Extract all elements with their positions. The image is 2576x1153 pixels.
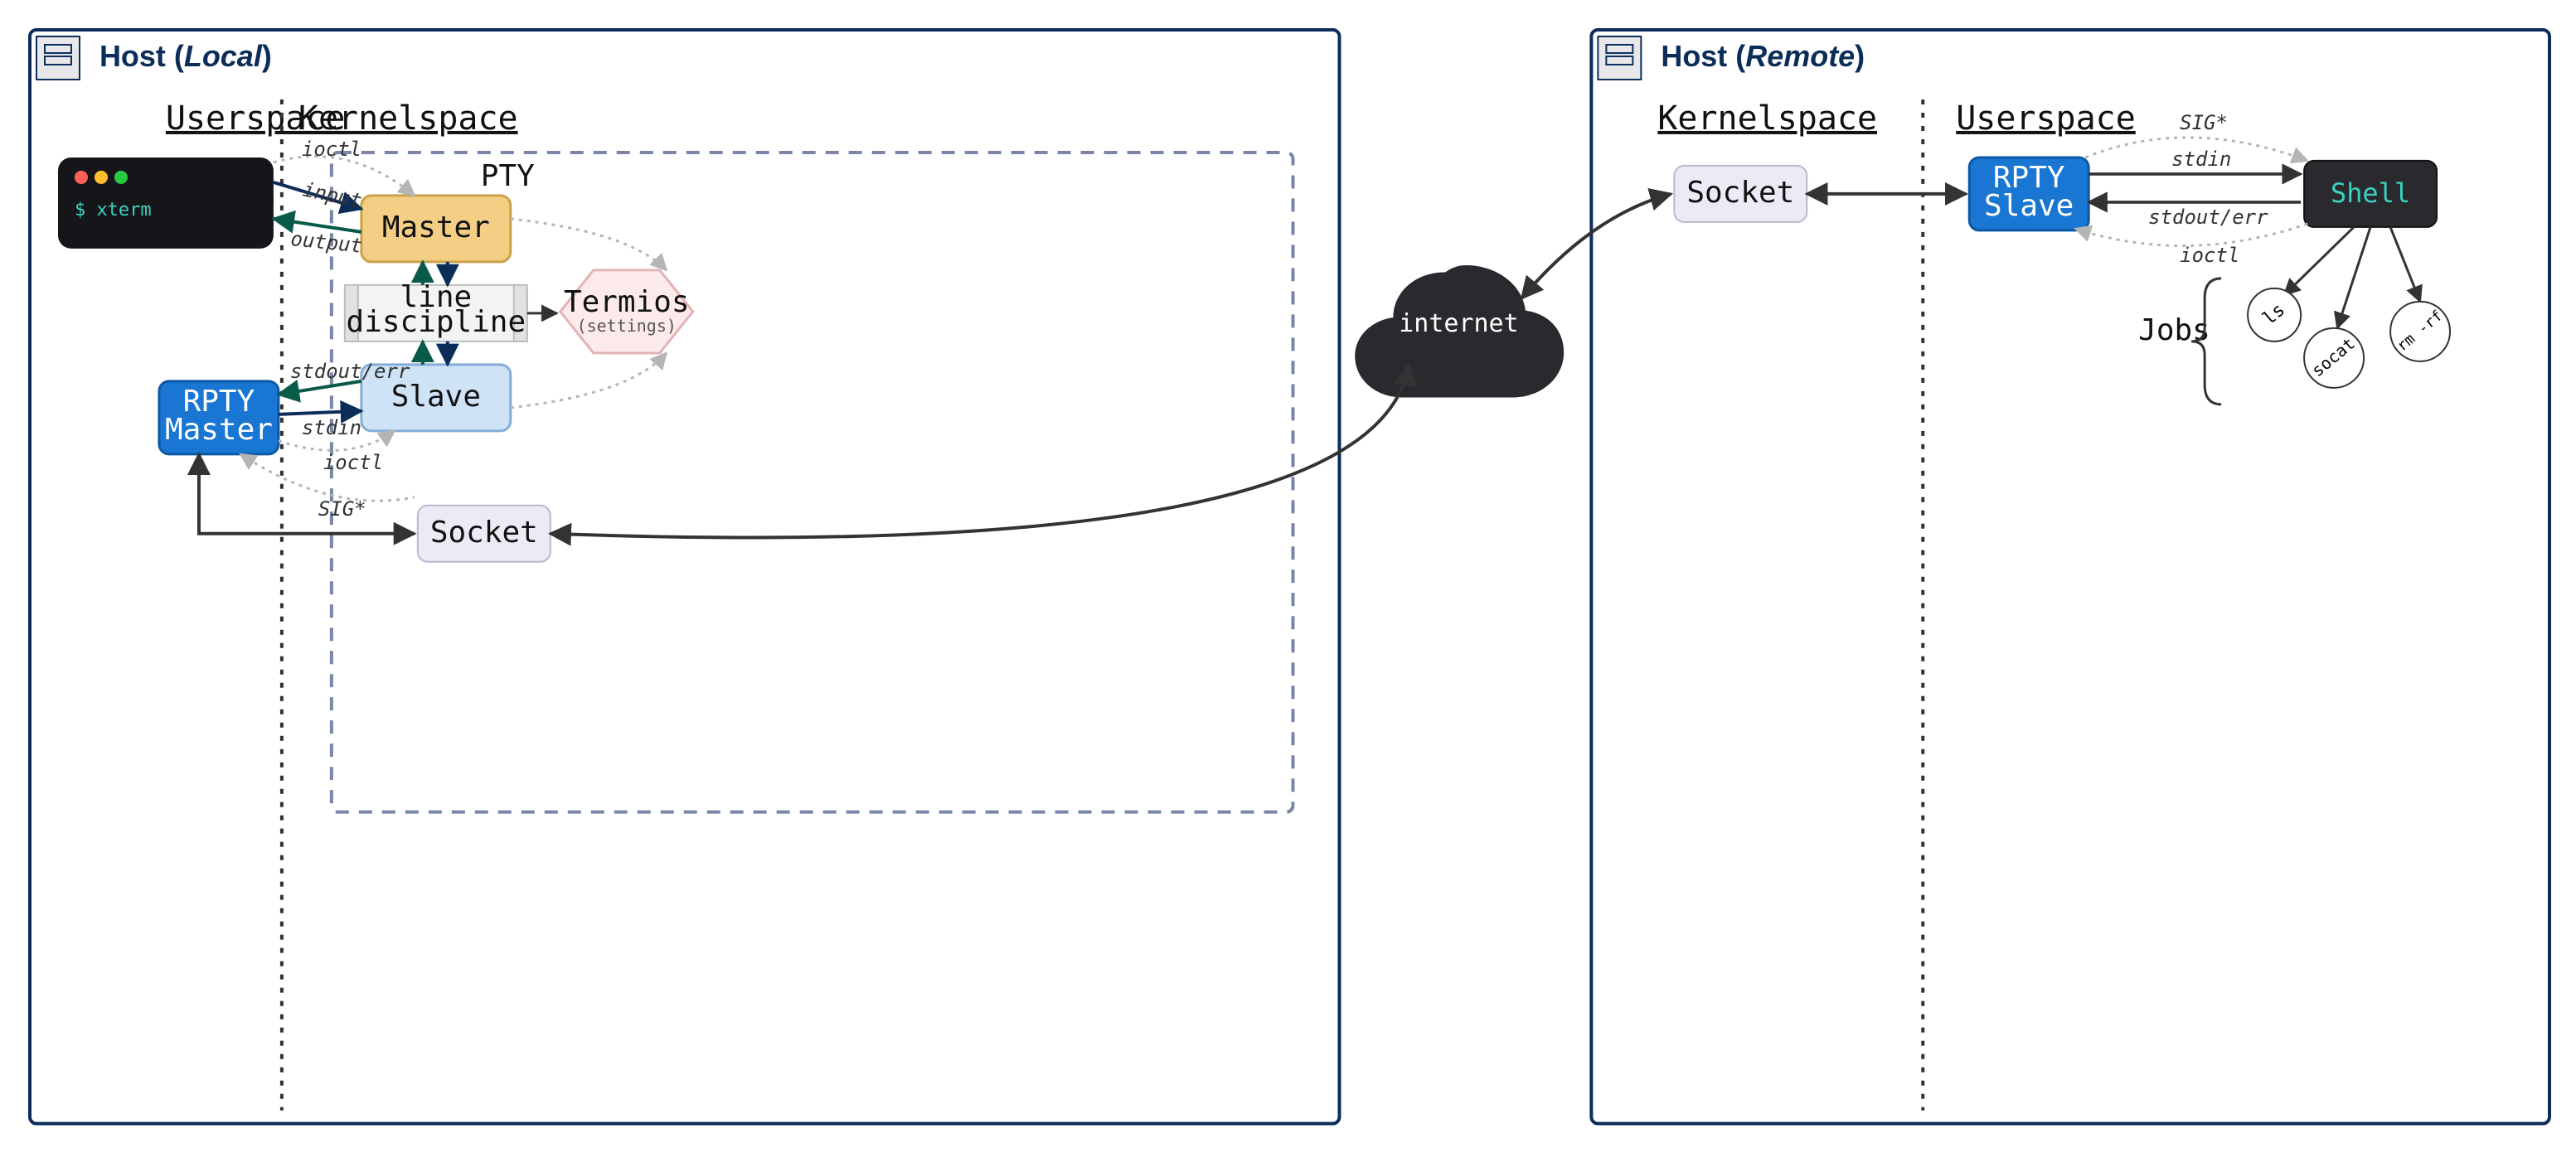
socket-remote-node: Socket: [1674, 166, 1807, 222]
xterm-prompt: $ xterm: [75, 200, 152, 220]
server-icon-remote: [1598, 36, 1641, 80]
edge-stdout-r-label: stdout/err: [2148, 206, 2268, 229]
svg-text:Socket: Socket: [1686, 176, 1794, 210]
svg-text:Socket: Socket: [430, 516, 538, 550]
host-remote-title: Host (Remote): [1661, 39, 1865, 73]
pty-architecture-diagram: Host (Local) Userspace Kernelspace PTY $…: [0, 0, 2576, 1152]
edge-ioctl-bot-label: ioctl: [323, 451, 383, 474]
remote-userspace-title: Userspace: [1956, 99, 2136, 138]
edge-stdout-label: stdout/err: [290, 360, 410, 383]
host-remote: Host (Remote) Kernelspace Userspace Sock…: [1591, 30, 2549, 1124]
edge-stdin-r-label: stdin: [2171, 148, 2231, 171]
master-node: Master: [361, 196, 511, 262]
pty-box-label: PTY: [481, 159, 535, 193]
termios-node: Termios (settings): [560, 270, 693, 353]
svg-text:Master: Master: [165, 413, 273, 447]
svg-text:Termios: Termios: [564, 285, 690, 319]
internet-label: internet: [1399, 309, 1518, 338]
edge-input-label: input: [301, 177, 364, 212]
rpty-master-node: RPTY Master: [159, 381, 279, 454]
edge-slave-termios: [511, 353, 667, 408]
job-ls: ls: [2248, 288, 2301, 342]
edge-sig-r-label: SIG*: [2180, 111, 2228, 134]
edge-sig-l-label: SIG*: [318, 497, 366, 521]
svg-text:discipline: discipline: [347, 305, 526, 339]
edge-ioctl-top-label: ioctl: [302, 138, 361, 161]
socket-local-node: Socket: [418, 506, 551, 562]
remote-kernelspace-title: Kernelspace: [1657, 99, 1877, 138]
xterm-terminal: $ xterm: [58, 157, 274, 249]
edge-rpty-slave: [279, 411, 361, 414]
svg-text:Shell: Shell: [2331, 177, 2410, 209]
job-rm: rm -rf: [2390, 302, 2450, 361]
edge-stdin-l-label: stdin: [302, 416, 361, 439]
host-local: Host (Local) Userspace Kernelspace PTY $…: [30, 30, 1339, 1124]
edge-ioctl-r-label: ioctl: [2180, 244, 2239, 267]
host-local-title: Host (Local): [99, 39, 272, 73]
edge-master-termios: [511, 219, 667, 270]
rpty-slave-node: RPTY Slave: [1969, 157, 2088, 230]
server-icon: [36, 36, 80, 80]
edge-slave-rpty: [279, 381, 361, 395]
svg-text:Master: Master: [382, 211, 490, 245]
svg-text:(settings): (settings): [577, 316, 677, 336]
line-discipline-node: line discipline: [345, 280, 527, 342]
local-kernelspace-title: Kernelspace: [298, 99, 518, 138]
shell-node: Shell: [2304, 161, 2437, 227]
job-socat: socat: [2304, 328, 2364, 388]
svg-text:Slave: Slave: [1984, 189, 2074, 223]
edge-socket-internet-l: [551, 365, 1409, 538]
edge-internet-socket-r: [1521, 194, 1671, 298]
svg-text:Slave: Slave: [391, 380, 481, 414]
